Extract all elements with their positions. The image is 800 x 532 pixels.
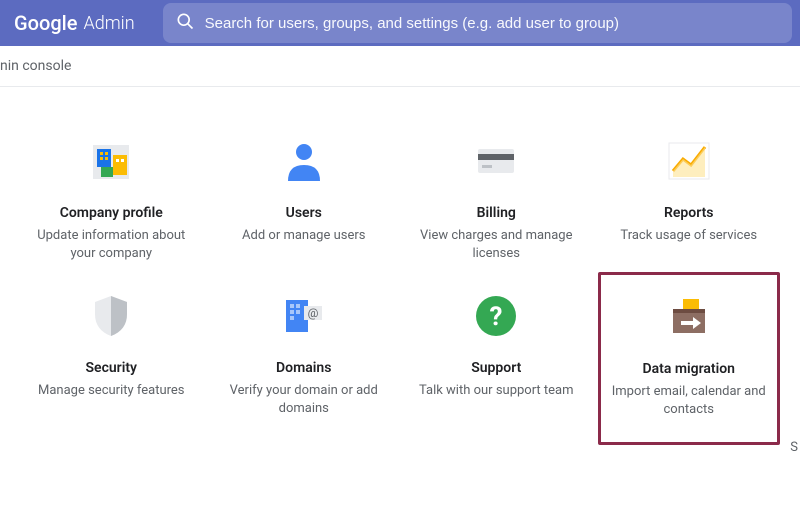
breadcrumb: nin console	[0, 46, 800, 87]
logo[interactable]: Google Admin	[14, 11, 135, 35]
tile-security[interactable]: Security Manage security features	[20, 282, 203, 445]
tile-company-profile[interactable]: Company profile Update information about…	[20, 127, 203, 272]
tile-title: Data migration	[642, 361, 735, 377]
tile-desc: Verify your domain or add domains	[221, 382, 388, 417]
admin-grid: Company profile Update information about…	[0, 87, 800, 445]
support-icon: ?	[472, 292, 520, 340]
tile-desc: View charges and manage licenses	[413, 227, 580, 262]
logo-google-text: Google	[14, 11, 77, 35]
tile-title: Company profile	[60, 205, 163, 221]
tile-reports[interactable]: Reports Track usage of services	[598, 127, 781, 272]
tile-data-migration[interactable]: Data migration Import email, calendar an…	[598, 272, 781, 445]
users-icon	[280, 137, 328, 185]
tile-desc: Manage security features	[38, 382, 185, 400]
search-input[interactable]	[205, 15, 780, 32]
tile-desc: Update information about your company	[28, 227, 195, 262]
tile-desc: Add or manage users	[242, 227, 365, 245]
tile-desc: Talk with our support team	[419, 382, 574, 400]
search-bar[interactable]	[163, 3, 792, 43]
tile-title: Reports	[664, 205, 714, 221]
billing-icon	[472, 137, 520, 185]
security-icon	[87, 292, 135, 340]
tile-title: Billing	[477, 205, 516, 221]
tile-users[interactable]: Users Add or manage users	[213, 127, 396, 272]
company-profile-icon	[87, 137, 135, 185]
svg-text:?: ?	[490, 302, 503, 332]
tile-title: Users	[286, 205, 322, 221]
header-bar: Google Admin	[0, 0, 800, 46]
tile-title: Domains	[276, 360, 331, 376]
domains-icon: @	[280, 292, 328, 340]
tile-title: Security	[85, 360, 137, 376]
reports-icon	[665, 137, 713, 185]
edge-cutoff-text: S	[790, 440, 798, 455]
data-migration-icon	[665, 293, 713, 341]
tile-desc: Import email, calendar and contacts	[609, 383, 770, 418]
tile-support[interactable]: ? Support Talk with our support team	[405, 282, 588, 445]
tile-title: Support	[471, 360, 521, 376]
search-icon	[175, 11, 195, 35]
tile-desc: Track usage of services	[620, 227, 757, 245]
svg-text:@: @	[307, 306, 318, 320]
logo-admin-text: Admin	[83, 13, 134, 34]
tile-domains[interactable]: @ Domains Verify your domain or add doma…	[213, 282, 396, 445]
tile-billing[interactable]: Billing View charges and manage licenses	[405, 127, 588, 272]
